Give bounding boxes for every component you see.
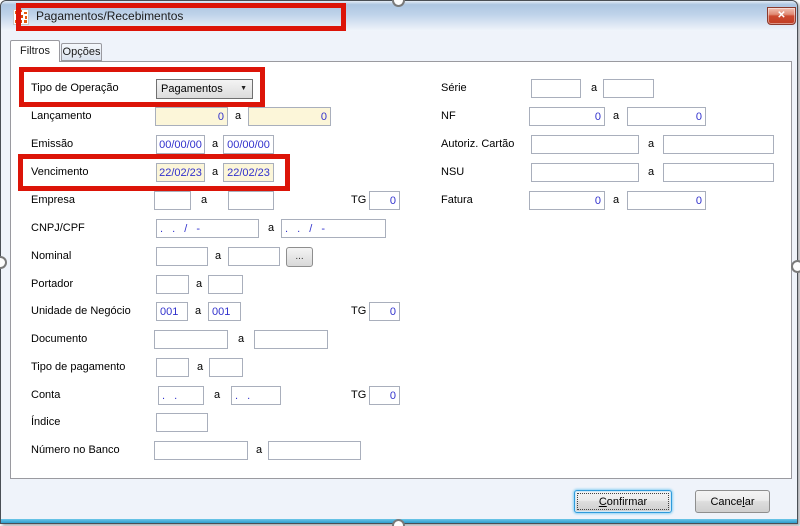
portador-from-input[interactable] (156, 275, 189, 294)
serie-from-input[interactable] (531, 79, 581, 98)
nominal-from-input[interactable] (156, 247, 208, 266)
portador-to-input[interactable] (208, 275, 243, 294)
lancamento-to-input[interactable] (248, 107, 331, 126)
autoriz-cartao-from-input[interactable] (531, 135, 639, 154)
label-nsu: NSU (441, 166, 465, 178)
range-separator: a (591, 82, 598, 94)
label-tipo-de-operacao: Tipo de Operação (31, 82, 119, 94)
resize-handle-right[interactable] (791, 260, 800, 273)
label-tg-conta: TG (351, 389, 367, 401)
range-separator: a (214, 389, 221, 401)
confirm-button[interactable]: Confirmar (574, 490, 672, 513)
range-separator: a (238, 333, 245, 345)
label-cnpj-cpf: CNPJ/CPF (31, 222, 85, 234)
range-separator: a (235, 110, 242, 122)
unidade-from-input[interactable] (156, 302, 188, 321)
cancel-button[interactable]: Cancelar (695, 490, 770, 513)
unidade-tg-input[interactable] (369, 302, 400, 321)
dialog-window: Pagamentos/Recebimentos ✕ Filtros Opções… (0, 0, 798, 524)
range-separator: a (256, 444, 263, 456)
conta-tg-input[interactable] (369, 386, 400, 405)
cnpj-to-input[interactable] (281, 219, 386, 238)
nsu-from-input[interactable] (531, 163, 639, 182)
nf-to-input[interactable] (627, 107, 706, 126)
documento-to-input[interactable] (254, 330, 328, 349)
label-emissao: Emissão (31, 138, 74, 150)
close-icon[interactable]: ✕ (767, 7, 796, 25)
tab-filtros[interactable]: Filtros (10, 40, 60, 62)
fatura-to-input[interactable] (627, 191, 706, 210)
label-nf: NF (441, 110, 456, 122)
range-separator: a (648, 138, 655, 150)
tipo-pagamento-to-input[interactable] (209, 358, 243, 377)
label-documento: Documento (31, 333, 88, 345)
range-separator: a (215, 250, 222, 262)
label-vencimento: Vencimento (31, 166, 89, 178)
label-autoriz-cartao: Autoriz. Cartão (441, 138, 515, 150)
label-fatura: Fatura (441, 194, 473, 206)
label-unidade-de-negocio: Unidade de Negócio (31, 305, 131, 317)
nominal-browse-button[interactable]: ... (286, 247, 313, 267)
serie-to-input[interactable] (603, 79, 654, 98)
empresa-from-input[interactable] (154, 191, 191, 210)
vencimento-from-input[interactable] (156, 163, 205, 182)
emissao-to-input[interactable] (223, 135, 274, 154)
conta-to-input[interactable] (231, 386, 281, 405)
cnpj-from-input[interactable] (156, 219, 259, 238)
label-portador: Portador (31, 278, 74, 290)
range-separator: a (648, 166, 655, 178)
indice-input[interactable] (156, 413, 208, 432)
range-separator: a (613, 194, 620, 206)
screenshot-stage: Pagamentos/Recebimentos ✕ Filtros Opções… (0, 0, 800, 526)
tipo-pagamento-from-input[interactable] (156, 358, 189, 377)
tab-opcoes[interactable]: Opções (61, 43, 102, 61)
range-separator: a (196, 278, 203, 290)
emissao-from-input[interactable] (156, 135, 205, 154)
empresa-to-input[interactable] (228, 191, 274, 210)
label-lancamento: Lançamento (31, 110, 92, 122)
label-serie: Série (441, 82, 467, 94)
documento-from-input[interactable] (154, 330, 228, 349)
lancamento-from-input[interactable] (155, 107, 228, 126)
range-separator: a (212, 138, 219, 150)
range-separator: a (201, 194, 208, 206)
vencimento-to-input[interactable] (223, 163, 274, 182)
label-empresa: Empresa (31, 194, 76, 206)
label-tg-unidade: TG (351, 305, 367, 317)
autoriz-cartao-to-input[interactable] (663, 135, 774, 154)
range-separator: a (268, 222, 275, 234)
nsu-to-input[interactable] (663, 163, 774, 182)
range-separator: a (195, 305, 202, 317)
nf-from-input[interactable] (529, 107, 605, 126)
empresa-tg-input[interactable] (369, 191, 400, 210)
numero-banco-to-input[interactable] (268, 441, 361, 460)
range-separator: a (212, 166, 219, 178)
range-separator: a (197, 361, 204, 373)
label-nominal: Nominal (31, 250, 72, 262)
unidade-to-input[interactable] (208, 302, 241, 321)
numero-banco-from-input[interactable] (154, 441, 248, 460)
label-tipo-de-pagamento: Tipo de pagamento (31, 361, 126, 373)
chevron-down-icon: ▼ (240, 85, 247, 92)
tipo-de-operacao-dropdown[interactable]: Pagamentos ▼ (156, 79, 253, 99)
label-indice: Índice (31, 416, 61, 428)
resize-handle-bottom[interactable] (392, 519, 405, 526)
tipo-de-operacao-value: Pagamentos (161, 83, 223, 95)
conta-from-input[interactable] (158, 386, 204, 405)
range-separator: a (613, 110, 620, 122)
nominal-to-input[interactable] (228, 247, 280, 266)
label-tg-empresa: TG (351, 194, 367, 206)
window-title: Pagamentos/Recebimentos (36, 9, 184, 23)
label-numero-no-banco: Número no Banco (31, 444, 120, 456)
fatura-from-input[interactable] (529, 191, 605, 210)
label-conta: Conta (31, 389, 61, 401)
app-icon (13, 9, 29, 25)
